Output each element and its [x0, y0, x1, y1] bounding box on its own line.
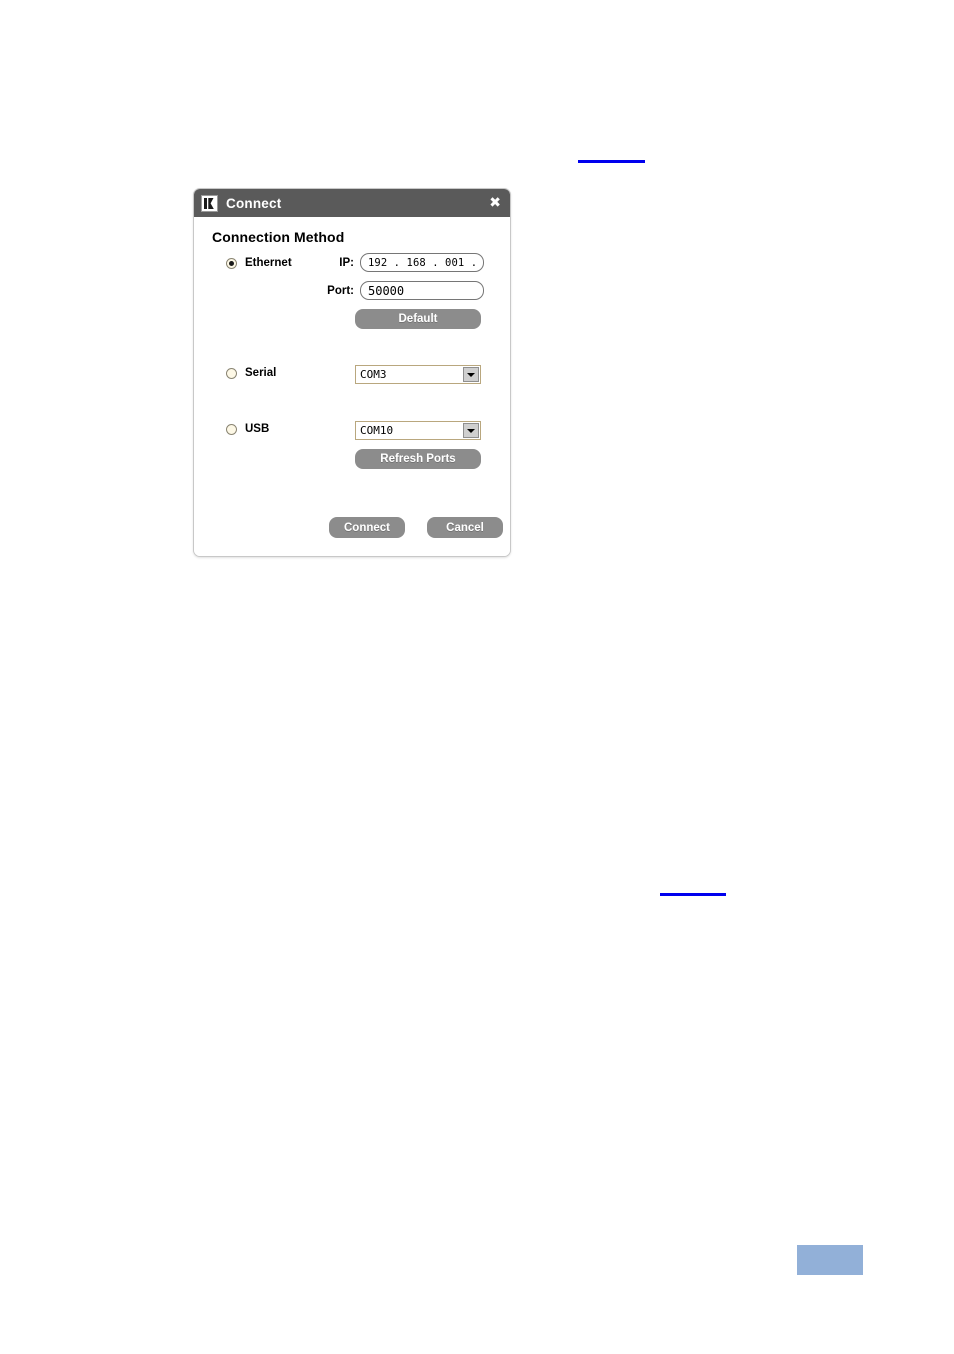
radio-ethernet-indicator[interactable] — [226, 257, 237, 269]
serial-port-value: COM3 — [360, 368, 387, 381]
radio-serial-indicator[interactable] — [226, 367, 237, 379]
chevron-down-icon[interactable] — [463, 423, 479, 438]
ip-input[interactable] — [360, 253, 484, 272]
dialog-title: Connect — [226, 195, 282, 211]
radio-ethernet-label: Ethernet — [245, 257, 292, 269]
port-field-row: Port: — [322, 281, 484, 300]
connect-button[interactable]: Connect — [329, 517, 405, 538]
connect-dialog: Connect ✖ Connection Method Ethernet IP:… — [193, 188, 511, 557]
radio-option-ethernet[interactable]: Ethernet — [226, 257, 292, 269]
dialog-titlebar: Connect ✖ — [194, 189, 510, 217]
kramer-k-logo-icon — [201, 194, 218, 212]
radio-usb-indicator[interactable] — [226, 423, 237, 435]
radio-option-usb[interactable]: USB — [226, 423, 269, 435]
chevron-down-icon[interactable] — [463, 367, 479, 382]
port-input[interactable] — [360, 281, 484, 300]
serial-port-select[interactable]: COM3 — [355, 365, 481, 384]
cancel-button[interactable]: Cancel — [427, 517, 503, 538]
page-number-highlight — [797, 1245, 863, 1275]
default-button[interactable]: Default — [355, 309, 481, 329]
radio-serial-label: Serial — [245, 367, 277, 379]
refresh-ports-button[interactable]: Refresh Ports — [355, 449, 481, 469]
close-icon[interactable]: ✖ — [489, 196, 501, 210]
link-underline-top[interactable] — [578, 160, 645, 163]
link-underline-middle[interactable] — [660, 893, 726, 896]
usb-port-value: COM10 — [360, 424, 394, 437]
usb-port-select[interactable]: COM10 — [355, 421, 481, 440]
connection-method-heading: Connection Method — [212, 229, 345, 245]
ip-field-row: IP: — [322, 253, 484, 272]
radio-usb-label: USB — [245, 423, 270, 435]
dialog-body: Connection Method Ethernet IP: Port: Def… — [194, 217, 510, 556]
port-label: Port: — [327, 284, 354, 297]
radio-option-serial[interactable]: Serial — [226, 367, 276, 379]
ip-label: IP: — [339, 256, 354, 269]
